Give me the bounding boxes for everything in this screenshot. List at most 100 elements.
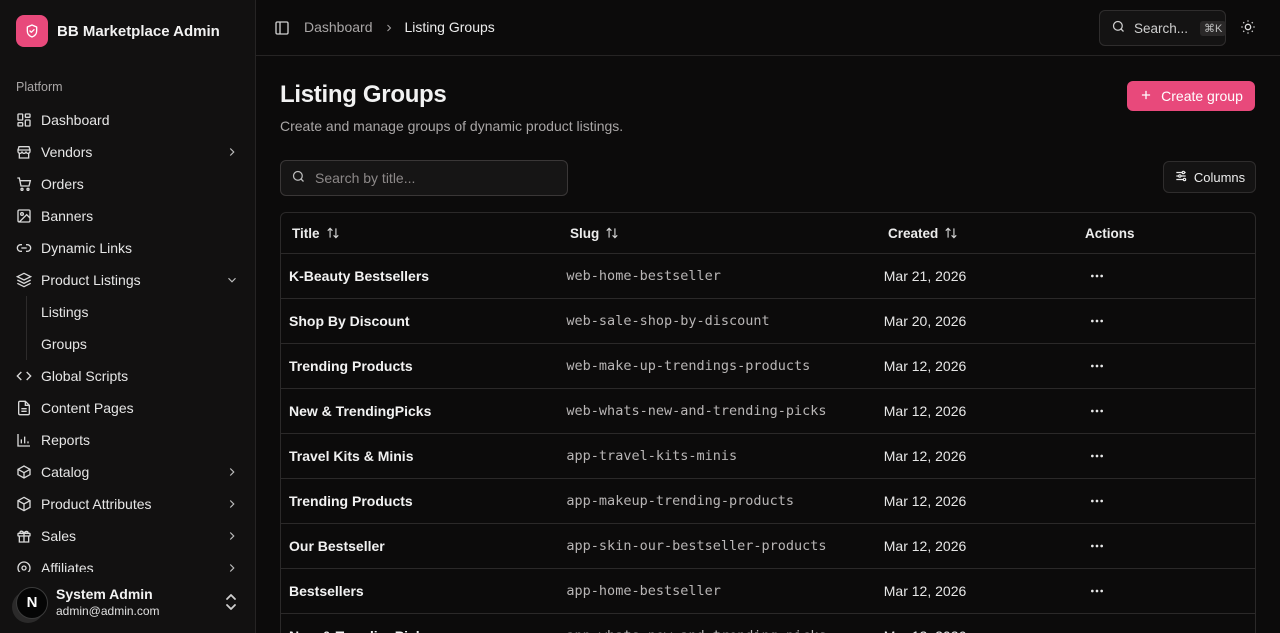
cell-created: Mar 21, 2026 <box>883 268 967 284</box>
sidebar-item-vendors[interactable]: Vendors <box>8 136 248 168</box>
table-row[interactable]: Shop By Discount web-sale-shop-by-discoun… <box>281 299 1255 344</box>
cell-title: New & TrendingPicks <box>281 628 558 633</box>
cell-actions <box>1075 532 1255 560</box>
search-icon <box>1111 19 1126 37</box>
sidebar-item-global-scripts[interactable]: Global Scripts <box>8 360 248 392</box>
table-header: Title Slug Created Actions <box>281 213 1255 254</box>
cell-actions <box>1075 622 1255 633</box>
code-icon <box>16 368 32 384</box>
more-actions-icon[interactable] <box>1083 307 1111 335</box>
sidebar-item-label: Vendors <box>41 144 93 160</box>
gift-icon <box>16 528 32 544</box>
user-menu[interactable]: N System Admin admin@admin.com <box>0 572 255 633</box>
table-row[interactable]: Our Bestseller app-skin-our-bestseller-pr… <box>281 524 1255 569</box>
cell-created: Mar 12, 2026 <box>883 358 967 374</box>
more-actions-icon[interactable] <box>1083 622 1111 633</box>
cell-slug: app-skin-our-bestseller-products <box>566 538 827 554</box>
sidebar-subitem-groups[interactable]: Groups <box>39 328 248 360</box>
sidebar-nav: Dashboard Vendors Orders Banners Dynamic… <box>8 104 248 584</box>
create-group-button[interactable]: Create group <box>1127 81 1255 111</box>
sidebar-item-product-attributes[interactable]: Product Attributes <box>8 488 248 520</box>
chevron-right-icon <box>224 528 240 544</box>
cell-slug: web-make-up-trendings-products <box>566 358 811 374</box>
table-row[interactable]: New & TrendingPicks web-whats-new-and-tre… <box>281 389 1255 434</box>
cell-title: Trending Products <box>289 358 413 374</box>
sidebar-item-banners[interactable]: Banners <box>8 200 248 232</box>
cell-title: K-Beauty Bestsellers <box>289 268 430 284</box>
sidebar-item-label: Global Scripts <box>41 368 129 384</box>
cell-title: Trending Products <box>289 493 413 509</box>
cart-icon <box>16 176 32 192</box>
title-search-input[interactable] <box>315 170 555 186</box>
column-header-label: Created <box>888 225 939 241</box>
column-header-actions: Actions <box>1075 226 1255 241</box>
store-icon <box>16 144 32 160</box>
cell-created: Mar 12, 2026 <box>883 493 967 509</box>
more-actions-icon[interactable] <box>1083 262 1111 290</box>
sidebar-item-label: Dashboard <box>41 112 110 128</box>
sidebar-item-dashboard[interactable]: Dashboard <box>8 104 248 136</box>
layers-icon <box>16 272 32 288</box>
sun-icon[interactable] <box>1240 19 1258 37</box>
chevrons-up-down-icon <box>224 593 238 611</box>
columns-label: Columns <box>1193 169 1246 185</box>
chevron-right-icon <box>224 496 240 512</box>
cell-title: Our Bestseller <box>289 538 385 554</box>
sidebar-item-label: Content Pages <box>41 400 134 416</box>
search-shortcut: ⌘K <box>1200 20 1227 36</box>
cell-title: New & TrendingPicks <box>289 403 432 419</box>
cell-slug: app-home-bestseller <box>566 583 721 599</box>
sidebar-toggle-icon[interactable] <box>274 20 290 36</box>
sidebar-item-product-listings[interactable]: Product Listings <box>8 264 248 296</box>
more-actions-icon[interactable] <box>1083 532 1111 560</box>
column-header-label: Slug <box>570 225 600 241</box>
columns-button[interactable]: Columns <box>1163 161 1256 193</box>
more-actions-icon[interactable] <box>1083 397 1111 425</box>
sidebar-item-label: Reports <box>41 432 91 448</box>
sidebar-item-catalog[interactable]: Catalog <box>8 456 248 488</box>
table-row[interactable]: Trending Products web-make-up-trendings-p… <box>281 344 1255 389</box>
create-group-label: Create group <box>1161 88 1243 104</box>
cell-title: Bestsellers <box>289 583 364 599</box>
more-actions-icon[interactable] <box>1083 487 1111 515</box>
sidebar-item-label: Banners <box>41 208 94 224</box>
sidebar-item-dynamic-links[interactable]: Dynamic Links <box>8 232 248 264</box>
table-row[interactable]: Trending Products app-makeup-trending-pro… <box>281 479 1255 524</box>
image-icon <box>16 208 32 224</box>
dashboard-icon <box>16 112 32 128</box>
table-row[interactable]: Bestsellers app-home-bestseller Mar 12, 20… <box>281 569 1255 614</box>
cell-actions <box>1075 307 1255 335</box>
sidebar-subitem-listings[interactable]: Listings <box>39 296 248 328</box>
sidebar-item-label: Product Attributes <box>41 496 152 512</box>
cell-created: Mar 12, 2026 <box>876 628 1076 633</box>
column-header-created[interactable]: Created <box>877 226 1075 241</box>
breadcrumb: Dashboard Listing Groups <box>304 19 495 35</box>
table-row[interactable]: New & TrendingPicksapp-whats-new-and-tre… <box>281 614 1255 633</box>
plus-icon <box>1139 88 1153 105</box>
sidebar-item-label: Orders <box>41 176 84 192</box>
sort-icon <box>326 226 340 240</box>
sidebar-item-label: Dynamic Links <box>41 240 133 256</box>
sliders-icon <box>1174 169 1188 186</box>
app-name: BB Marketplace Admin <box>57 22 220 40</box>
column-header-title[interactable]: Title <box>281 226 559 241</box>
sidebar-item-orders[interactable]: Orders <box>8 168 248 200</box>
table-row[interactable]: K-Beauty Bestsellers web-home-bestseller M… <box>281 254 1255 299</box>
global-search-button[interactable]: Search... ⌘K <box>1099 10 1227 46</box>
page-title: Listing Groups <box>280 81 447 108</box>
cell-title: Shop By Discount <box>289 313 410 329</box>
title-search-field[interactable] <box>280 160 568 196</box>
table-body: K-Beauty Bestsellers web-home-bestseller M… <box>281 254 1255 633</box>
table-row[interactable]: Travel Kits & Minis app-travel-kits-minis… <box>281 434 1255 479</box>
more-actions-icon[interactable] <box>1083 352 1111 380</box>
breadcrumb-dashboard[interactable]: Dashboard <box>304 19 373 35</box>
sidebar-item-reports[interactable]: Reports <box>8 424 248 456</box>
cell-created: Mar 12, 2026 <box>883 403 967 419</box>
cell-actions <box>1075 442 1255 470</box>
brand[interactable]: BB Marketplace Admin <box>16 15 220 47</box>
more-actions-icon[interactable] <box>1083 442 1111 470</box>
more-actions-icon[interactable] <box>1083 577 1111 605</box>
sidebar-item-sales[interactable]: Sales <box>8 520 248 552</box>
column-header-slug[interactable]: Slug <box>559 226 877 241</box>
sidebar-item-content-pages[interactable]: Content Pages <box>8 392 248 424</box>
